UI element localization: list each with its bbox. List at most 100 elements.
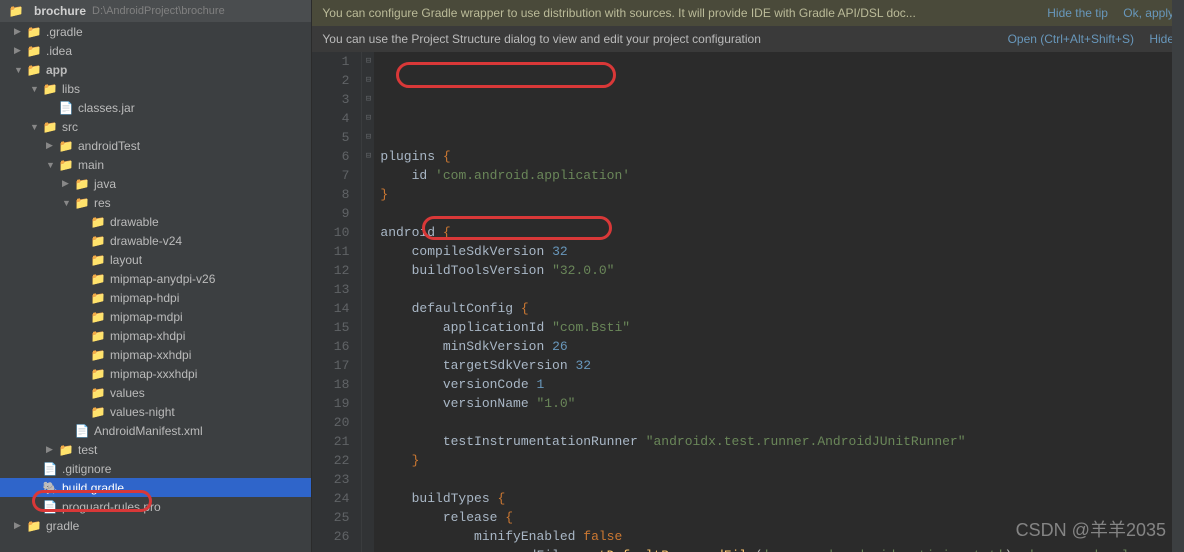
file-icon: 📄 — [42, 461, 58, 477]
fold-gutter[interactable]: ⊟⊟⊟⊟⊟⊟ — [362, 52, 374, 552]
tree-arrow[interactable]: ▶ — [14, 520, 24, 531]
editor-area: You can configure Gradle wrapper to use … — [312, 0, 1184, 552]
folder-icon: 📁 — [42, 81, 58, 97]
tree-label: res — [94, 196, 111, 210]
gradle-icon: 🐘 — [42, 480, 58, 496]
folder-icon: 📁 — [26, 518, 42, 534]
project-tree[interactable]: ▶📁.gradle▶📁.idea▼📁app▼📁libs📄classes.jar▼… — [0, 22, 311, 535]
folder-icon: 📁 — [26, 43, 42, 59]
tree-label: test — [78, 443, 97, 457]
gradle-tip-text: You can configure Gradle wrapper to use … — [322, 6, 915, 20]
folder-icon: 📁 — [90, 271, 106, 287]
tree-arrow[interactable]: ▶ — [14, 26, 24, 37]
hide-project-structure-tip-link[interactable]: Hide — [1149, 32, 1174, 46]
tree-item-java[interactable]: ▶📁 java — [0, 174, 311, 193]
code-content[interactable]: plugins { id 'com.android.application'} … — [374, 52, 1184, 552]
tree-item-proguard-rules-pro[interactable]: 📄proguard-rules.pro — [0, 497, 311, 516]
breadcrumb-project: brochure — [34, 4, 86, 18]
tree-item-test[interactable]: ▶📁 test — [0, 440, 311, 459]
tree-arrow[interactable]: ▶ — [14, 45, 24, 56]
tree-item-mipmap-anydpi-v26[interactable]: 📁 mipmap-anydpi-v26 — [0, 269, 311, 288]
tree-item--gradle[interactable]: ▶📁.gradle — [0, 22, 311, 41]
tree-item-values[interactable]: 📁 values — [0, 383, 311, 402]
tree-item-values-night[interactable]: 📁values-night — [0, 402, 311, 421]
project-structure-tip-bar: You can use the Project Structure dialog… — [312, 26, 1184, 52]
tree-label: mipmap-anydpi-v26 — [110, 272, 215, 286]
tree-label: .idea — [46, 44, 72, 58]
tree-item-classes-jar[interactable]: 📄 classes.jar — [0, 98, 311, 117]
tree-label: mipmap-mdpi — [110, 310, 183, 324]
tree-item-drawable[interactable]: 📁drawable — [0, 212, 311, 231]
tree-arrow[interactable]: ▶ — [46, 444, 56, 455]
folder-icon: 📁 — [74, 195, 90, 211]
tree-item-mipmap-xxhdpi[interactable]: 📁mipmap-xxhdpi — [0, 345, 311, 364]
tree-item-res[interactable]: ▼📁 res — [0, 193, 311, 212]
tree-arrow[interactable]: ▶ — [62, 178, 72, 189]
tree-label: main — [78, 158, 104, 172]
tree-label: libs — [62, 82, 80, 96]
folder-icon: 📁 — [90, 385, 106, 401]
open-project-structure-link[interactable]: Open (Ctrl+Alt+Shift+S) — [1008, 32, 1134, 46]
tree-item-build-gradle[interactable]: 🐘build.gradle — [0, 478, 311, 497]
tree-label: mipmap-xxxhdpi — [110, 367, 197, 381]
file-icon: 📄 — [58, 100, 74, 116]
tree-item--idea[interactable]: ▶📁 .idea — [0, 41, 311, 60]
tree-label: src — [62, 120, 78, 134]
project-tree-panel[interactable]: 📁 brochure D:\AndroidProject\brochure ▶📁… — [0, 0, 312, 552]
folder-icon: 📁 — [58, 138, 74, 154]
tree-label: .gradle — [46, 25, 83, 39]
tree-arrow[interactable]: ▼ — [14, 65, 24, 75]
tree-arrow[interactable]: ▼ — [46, 160, 56, 170]
folder-icon: 📁 — [90, 233, 106, 249]
tree-item-androidtest[interactable]: ▶📁 androidTest — [0, 136, 311, 155]
tree-item-src[interactable]: ▼📁 src — [0, 117, 311, 136]
tree-label: mipmap-xhdpi — [110, 329, 185, 343]
tree-item-libs[interactable]: ▼📁 libs — [0, 79, 311, 98]
tree-label: values — [110, 386, 145, 400]
apply-tip-link[interactable]: Ok, apply — [1123, 6, 1174, 20]
tree-arrow[interactable]: ▼ — [30, 84, 40, 94]
breadcrumb[interactable]: 📁 brochure D:\AndroidProject\brochure — [0, 0, 311, 22]
tree-item-mipmap-xhdpi[interactable]: 📁mipmap-xhdpi — [0, 326, 311, 345]
tree-item-mipmap-xxxhdpi[interactable]: 📁mipmap-xxxhdpi — [0, 364, 311, 383]
tree-arrow[interactable]: ▼ — [62, 198, 72, 208]
gradle-tip-bar: You can configure Gradle wrapper to use … — [312, 0, 1184, 26]
tree-label: app — [46, 63, 67, 77]
tree-arrow[interactable]: ▶ — [46, 140, 56, 151]
hide-tip-link[interactable]: Hide the tip — [1047, 6, 1108, 20]
folder-icon: 📁 — [58, 157, 74, 173]
tree-item--gitignore[interactable]: 📄 .gitignore — [0, 459, 311, 478]
folder-icon: 📁 — [42, 119, 58, 135]
tree-label: layout — [110, 253, 142, 267]
tree-label: AndroidManifest.xml — [94, 424, 203, 438]
tree-label: gradle — [46, 519, 79, 533]
tree-arrow[interactable]: ▼ — [30, 122, 40, 132]
tree-item-app[interactable]: ▼📁 app — [0, 60, 311, 79]
xml-icon: 📄 — [74, 423, 90, 439]
tree-item-mipmap-mdpi[interactable]: 📁 mipmap-mdpi — [0, 307, 311, 326]
tree-item-main[interactable]: ▼📁 main — [0, 155, 311, 174]
tree-item-gradle[interactable]: ▶📁 gradle — [0, 516, 311, 535]
line-number-gutter: 1234567891011121314151617181920212223242… — [312, 52, 362, 552]
folder-icon: 📁 — [90, 309, 106, 325]
tree-label: classes.jar — [78, 101, 135, 115]
tree-label: java — [94, 177, 116, 191]
module-icon: 📁 — [26, 62, 42, 78]
folder-icon: 📁 — [74, 176, 90, 192]
tree-label: drawable — [110, 215, 159, 229]
tree-item-drawable-v24[interactable]: 📁 drawable-v24 — [0, 231, 311, 250]
tree-item-mipmap-hdpi[interactable]: 📁 mipmap-hdpi — [0, 288, 311, 307]
editor-scrollbar[interactable] — [1172, 52, 1184, 552]
tree-item-androidmanifest-xml[interactable]: 📄 AndroidManifest.xml — [0, 421, 311, 440]
tree-label: mipmap-hdpi — [110, 291, 179, 305]
folder-icon: 📁 — [90, 290, 106, 306]
project-structure-tip-text: You can use the Project Structure dialog… — [322, 32, 761, 46]
folder-icon: 📁 — [8, 3, 24, 19]
tree-label: drawable-v24 — [110, 234, 182, 248]
tree-item-layout[interactable]: 📁layout — [0, 250, 311, 269]
code-editor[interactable]: 1234567891011121314151617181920212223242… — [312, 52, 1184, 552]
tree-label: values-night — [110, 405, 175, 419]
folder-icon: 📁 — [58, 442, 74, 458]
tree-label: androidTest — [78, 139, 140, 153]
tree-label: .gitignore — [62, 462, 111, 476]
